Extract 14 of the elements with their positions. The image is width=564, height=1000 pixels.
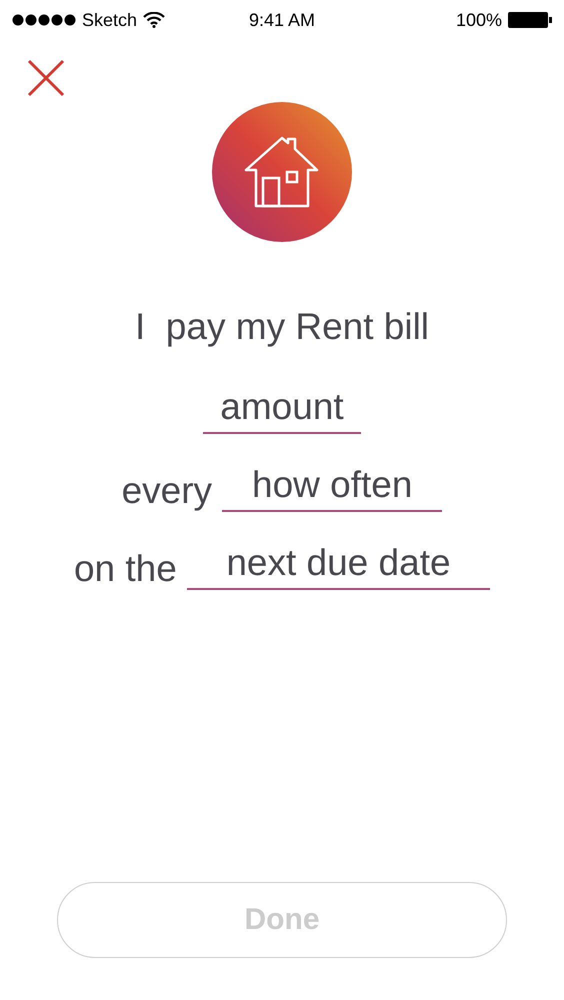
battery-icon (508, 11, 552, 29)
fill-in-line[interactable]: amount (202, 386, 362, 434)
sentence-text: on the (74, 548, 177, 590)
status-time: 9:41 AM (248, 10, 316, 30)
signal-icon (12, 14, 76, 26)
battery-percent: 100% (456, 10, 502, 30)
fill-in-line[interactable]: next due date (186, 542, 490, 590)
carrier-name: Sketch (82, 10, 138, 30)
prompt-text: I pay my Rent bill (134, 306, 430, 348)
close-button[interactable] (26, 58, 66, 98)
sentence-text: every (122, 470, 212, 512)
wifi-icon (143, 12, 166, 28)
close-icon (26, 58, 66, 98)
fill-in-line[interactable]: how often (222, 464, 442, 512)
